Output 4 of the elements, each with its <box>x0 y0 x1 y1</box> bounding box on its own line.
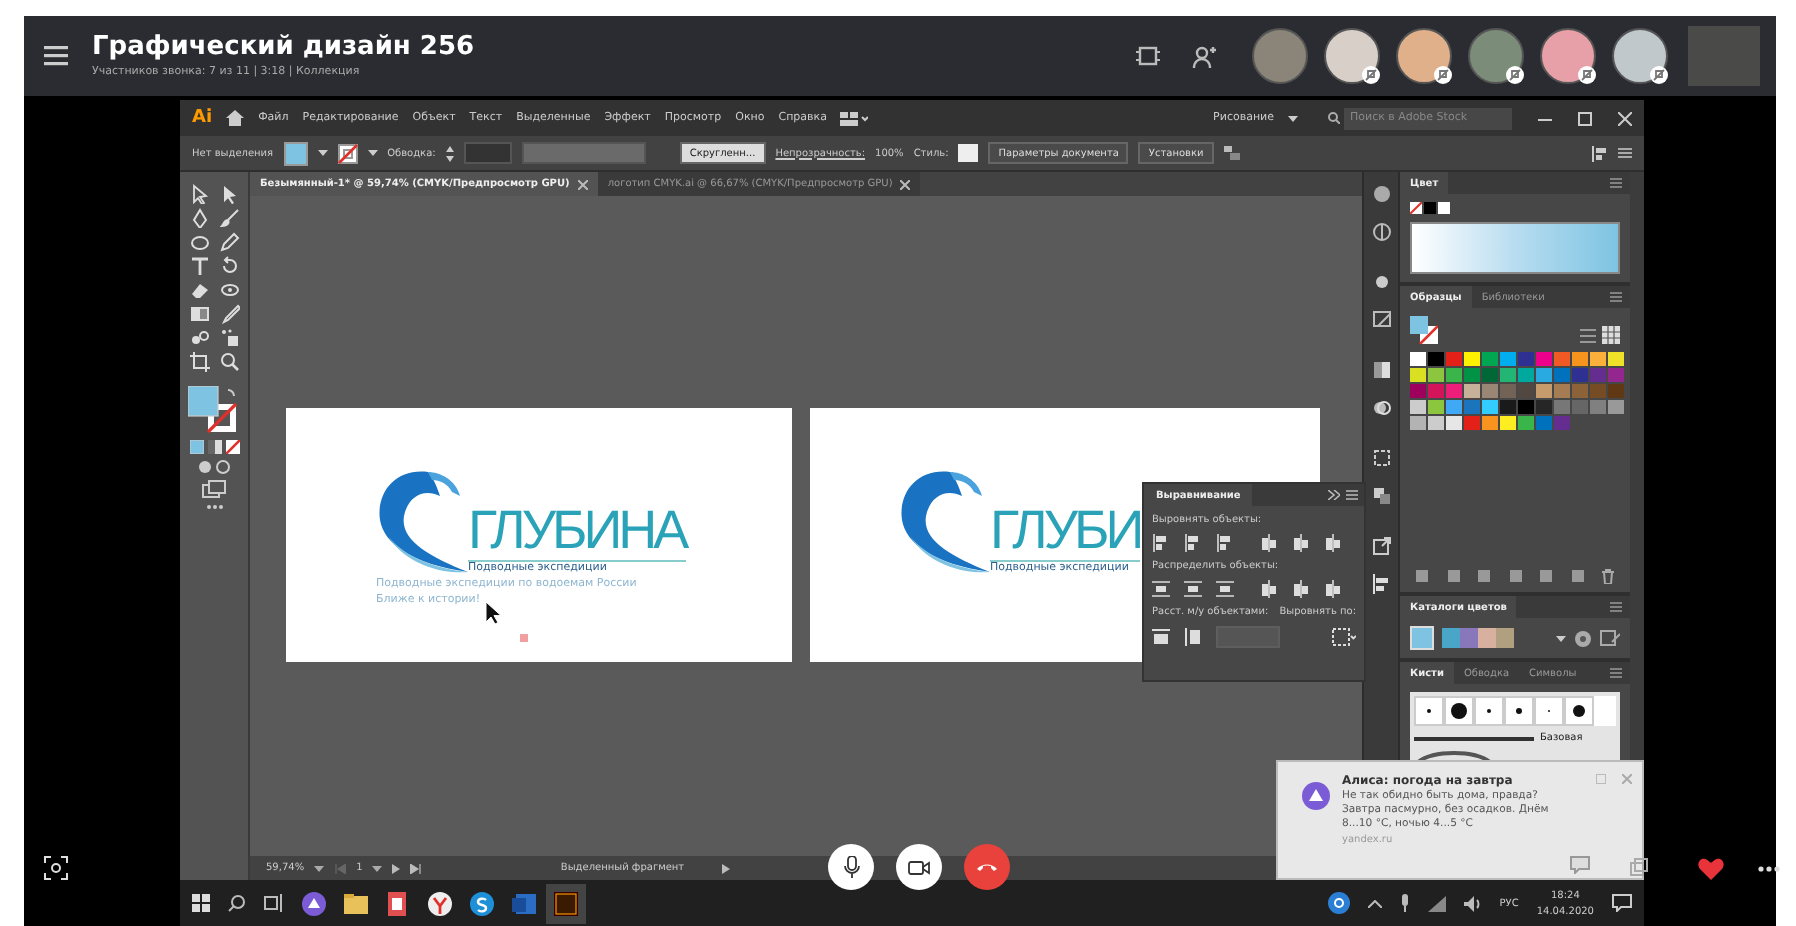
brand-name: ГЛУБИ <box>990 500 1141 562</box>
app-logo: Ai <box>192 108 213 128</box>
call-title: Графический дизайн 256 <box>92 32 475 62</box>
brand-name: ГЛУБИНА <box>468 500 686 562</box>
